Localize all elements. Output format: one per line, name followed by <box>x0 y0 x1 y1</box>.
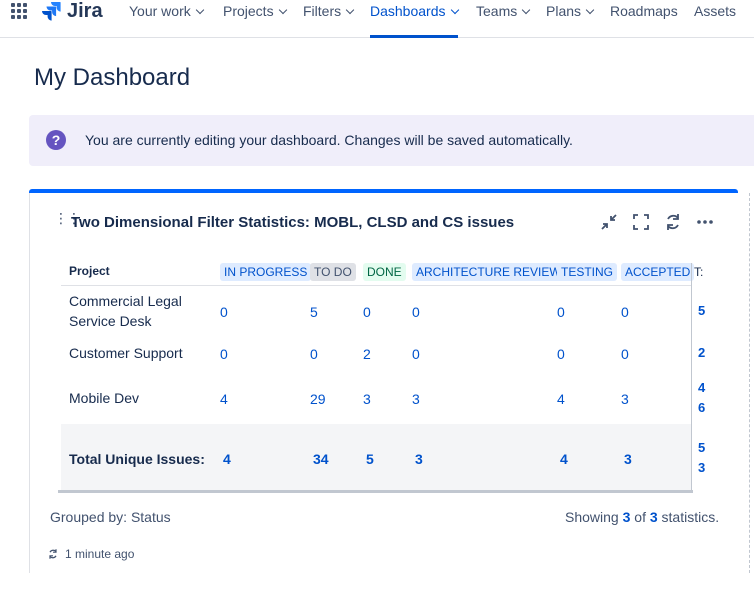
grouped-by-label: Grouped by: Status <box>50 509 171 525</box>
nav-dashboards-label: Dashboards <box>370 3 446 19</box>
gadget-title: Two Dimensional Filter Statistics: MOBL,… <box>71 214 515 231</box>
question-icon: ? <box>46 130 66 150</box>
table-cell-link[interactable]: 0 <box>412 346 420 362</box>
status-lozenge: TO DO <box>310 263 356 281</box>
gadget-border <box>29 193 30 573</box>
nav-dashboards[interactable]: Dashboards <box>370 0 459 38</box>
column-header-testing[interactable]: TESTING <box>557 263 618 281</box>
status-lozenge: TESTING <box>557 263 618 281</box>
table-scrollbar[interactable] <box>58 490 693 493</box>
edit-mode-banner: ? You are currently editing your dashboa… <box>29 115 754 166</box>
last-updated-text: 1 minute ago <box>65 547 135 561</box>
nav-plans[interactable]: Plans <box>546 0 595 38</box>
nav-assets-label: Assets <box>694 3 737 19</box>
total-cell-link[interactable]: 34 <box>313 451 329 467</box>
status-lozenge: DONE <box>363 263 406 281</box>
chevron-down-icon <box>195 5 204 15</box>
column-header-project: Project <box>69 264 110 278</box>
status-lozenge: ACCEPTED <box>621 263 695 281</box>
fullscreen-icon[interactable] <box>631 212 651 232</box>
chevron-down-icon <box>450 5 459 15</box>
more-icon[interactable] <box>695 212 715 232</box>
status-lozenge: ARCHITECTURE REVIEW <box>412 263 565 281</box>
project-name: Mobile Dev <box>69 390 140 406</box>
chevron-down-icon <box>278 5 287 15</box>
total-cell-link[interactable]: 3 <box>415 451 423 467</box>
showing-of: of <box>634 509 646 525</box>
table-cell-link[interactable]: 0 <box>412 304 420 320</box>
table-cell-link[interactable]: 0 <box>310 346 318 362</box>
horizontal-scroll-edge <box>691 263 713 491</box>
table-cell-link[interactable]: 5 <box>310 304 318 320</box>
nav-teams-label: Teams <box>476 3 518 19</box>
chevron-down-icon <box>585 5 595 15</box>
last-updated: 1 minute ago <box>47 547 134 561</box>
table-cell-link[interactable]: 0 <box>220 304 228 320</box>
nav-your-work-label: Your work <box>129 3 191 19</box>
nav-roadmaps-label: Roadmaps <box>610 3 678 19</box>
table-cell-link[interactable]: 4 <box>220 391 228 407</box>
collapse-icon[interactable] <box>599 212 619 232</box>
table-cell-link[interactable]: 0 <box>363 304 371 320</box>
table-cell-link[interactable]: 2 <box>363 346 371 362</box>
table-cell-link[interactable]: 3 <box>621 391 629 407</box>
total-cell-link[interactable]: 4 <box>223 451 231 467</box>
total-cell-link[interactable]: 4 <box>560 451 568 467</box>
nav-assets[interactable]: Assets <box>694 0 736 38</box>
table-cell-link[interactable]: 0 <box>220 346 228 362</box>
jira-logo-icon <box>42 2 61 21</box>
total-cell-link[interactable]: 5 <box>366 451 374 467</box>
showing-total: 3 <box>649 509 658 525</box>
header-divider <box>61 285 691 286</box>
showing-prefix: Showing <box>565 509 619 525</box>
refresh-icon[interactable] <box>663 212 683 232</box>
chevron-down-icon <box>521 5 531 15</box>
column-header-done[interactable]: DONE <box>363 263 406 281</box>
column-header-to-do[interactable]: TO DO <box>310 263 356 281</box>
nav-filters[interactable]: Filters <box>303 0 355 38</box>
column-header-accepted[interactable]: ACCEPTED <box>621 263 695 281</box>
table-cell-link[interactable]: 3 <box>412 391 420 407</box>
nav-filters-label: Filters <box>303 3 342 19</box>
column-divider <box>749 193 750 573</box>
jira-logo-text: Jira <box>67 0 103 22</box>
column-header-in-progress[interactable]: IN PROGRESS <box>220 263 312 281</box>
app-switcher-icon[interactable] <box>11 3 27 19</box>
column-header-architecture-review[interactable]: ARCHITECTURE REVIEW <box>412 263 565 281</box>
top-navigation: Jira Your work Projects Filters Dashboar… <box>0 0 754 38</box>
nav-teams[interactable]: Teams <box>476 0 531 38</box>
table-cell-link[interactable]: 0 <box>621 346 629 362</box>
nav-projects[interactable]: Projects <box>223 0 287 38</box>
project-name: Customer Support <box>69 345 183 361</box>
refresh-small-icon[interactable] <box>47 548 59 560</box>
chevron-down-icon <box>345 5 355 15</box>
showing-count: 3 <box>622 509 631 525</box>
jira-logo[interactable]: Jira <box>41 0 103 22</box>
table-cell-link[interactable]: 4 <box>557 391 565 407</box>
table-cell-link[interactable]: 29 <box>310 391 326 407</box>
nav-plans-label: Plans <box>546 3 582 19</box>
table-cell-link[interactable]: 0 <box>557 346 565 362</box>
showing-suffix: statistics. <box>661 509 720 525</box>
project-name: Commercial Legal Service Desk <box>69 293 182 329</box>
table-cell-link[interactable]: 3 <box>363 391 371 407</box>
total-cell-link[interactable]: 3 <box>624 451 632 467</box>
table-cell-link[interactable]: 0 <box>557 304 565 320</box>
page-title: My Dashboard <box>34 64 191 91</box>
nav-projects-label: Projects <box>223 3 274 19</box>
showing-stats-label: Showing 3 of 3 statistics. <box>565 509 719 525</box>
status-lozenge: IN PROGRESS <box>220 263 312 281</box>
banner-message: You are currently editing your dashboard… <box>85 132 573 148</box>
nav-roadmaps[interactable]: Roadmaps <box>610 0 678 38</box>
total-row-label: Total Unique Issues: <box>69 451 205 467</box>
nav-your-work[interactable]: Your work <box>129 0 204 38</box>
table-cell-link[interactable]: 0 <box>621 304 629 320</box>
